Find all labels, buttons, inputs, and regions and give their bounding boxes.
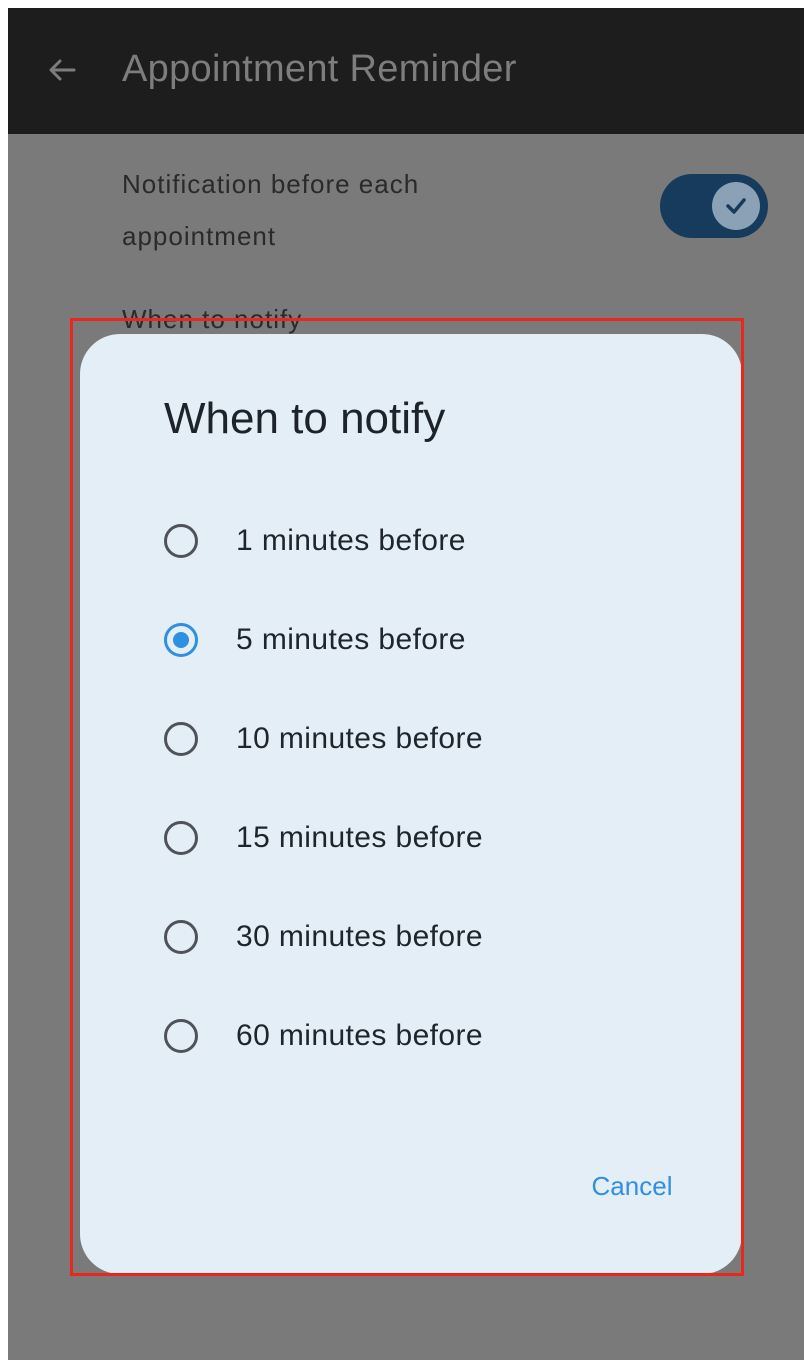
notification-setting-label: Notification before each appointment	[122, 158, 542, 262]
check-icon	[726, 198, 746, 214]
app-bar: Appointment Reminder	[8, 8, 804, 134]
screenshot-frame: Appointment Reminder Notification before…	[0, 0, 804, 1360]
page-title: Appointment Reminder	[122, 48, 517, 90]
notification-label-line1: Notification before each	[122, 169, 420, 199]
arrow-left-icon[interactable]	[46, 54, 78, 86]
toggle-thumb	[712, 182, 760, 230]
notification-label-line2: appointment	[122, 221, 277, 251]
notification-toggle[interactable]	[660, 174, 768, 238]
highlight-box	[70, 318, 744, 1276]
app-screen: Appointment Reminder Notification before…	[8, 8, 804, 1360]
